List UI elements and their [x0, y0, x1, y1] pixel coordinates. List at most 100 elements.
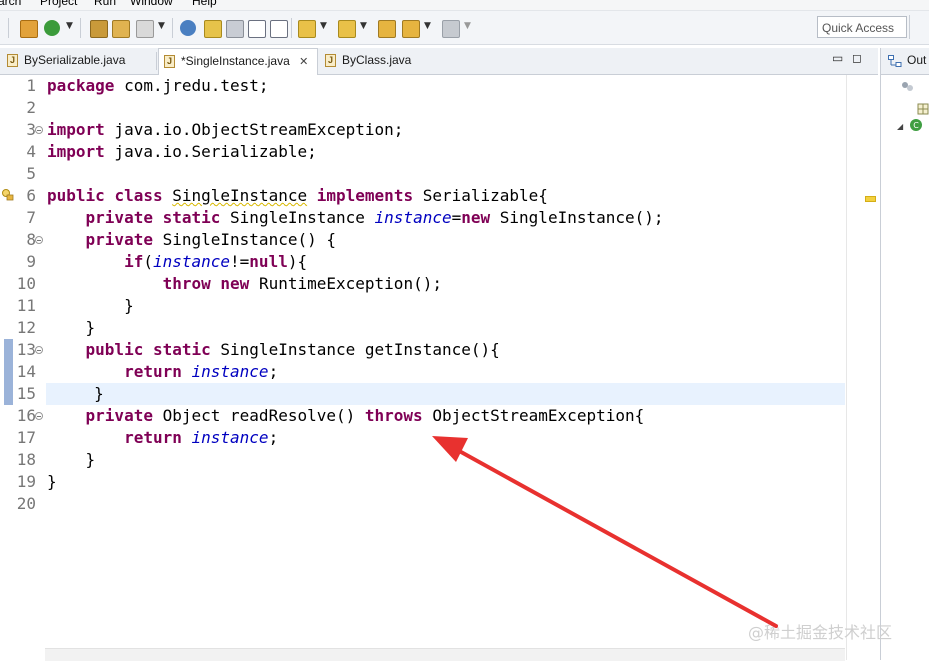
- code-token: instance: [191, 362, 269, 381]
- toolbar-separator: [8, 18, 9, 38]
- warning-marker[interactable]: [865, 196, 876, 202]
- code-line: }: [47, 296, 134, 315]
- menu-project[interactable]: Project: [40, 0, 77, 8]
- code-line: }: [47, 318, 96, 337]
- line-number: 11: [16, 296, 36, 315]
- wand-icon[interactable]: [136, 20, 154, 38]
- toolbar: ▼ ▼ ▼ ▼ ▼ ▼: [0, 11, 929, 45]
- code-line: }: [47, 450, 96, 469]
- tab-byserializable[interactable]: J BySerializable.java: [2, 48, 152, 73]
- search-icon[interactable]: [180, 20, 196, 36]
- run-icon[interactable]: [44, 20, 60, 36]
- coverage-icon[interactable]: [226, 20, 244, 38]
- maximize-icon[interactable]: ◻: [852, 51, 862, 65]
- fold-toggle-icon[interactable]: [35, 412, 43, 420]
- line-number: 10: [16, 274, 36, 293]
- line-number: 13: [16, 340, 36, 359]
- fold-toggle-icon[interactable]: [35, 126, 43, 134]
- line-number: 19: [16, 472, 36, 491]
- line-number: 7: [26, 208, 36, 227]
- menu-bar: arch Project Run Window Help: [0, 0, 929, 11]
- editor-tab-bar: J BySerializable.java J *SingleInstance.…: [0, 48, 878, 75]
- code-token: SingleInstance: [172, 186, 308, 205]
- code-token: instance: [152, 252, 231, 271]
- fold-toggle-icon[interactable]: [35, 346, 43, 354]
- code-token: public: [47, 186, 105, 205]
- line-number: 9: [26, 252, 36, 271]
- menu-window[interactable]: Window: [130, 0, 173, 8]
- minimize-icon[interactable]: ▭: [832, 51, 843, 65]
- imports-icon: [917, 103, 929, 115]
- watermark: @稀土掘金技术社区: [748, 623, 893, 642]
- chevron-down-icon[interactable]: ▼: [66, 21, 73, 31]
- prev-annotation-icon[interactable]: [338, 20, 356, 38]
- overview-ruler[interactable]: [846, 75, 879, 660]
- change-marker: [4, 339, 13, 405]
- package-icon: [902, 82, 913, 91]
- chevron-down-icon[interactable]: ▼: [360, 21, 367, 31]
- tab-label: BySerializable.java: [24, 53, 126, 67]
- chevron-down-icon[interactable]: ▼: [320, 21, 327, 31]
- code-token: return: [124, 362, 182, 381]
- code-line: public static SingleInstance getInstance…: [85, 340, 500, 359]
- code-token: if: [124, 252, 144, 271]
- horizontal-scrollbar[interactable]: [45, 648, 845, 661]
- tab-byclass[interactable]: J ByClass.java: [320, 48, 440, 73]
- code-token: import: [47, 120, 105, 139]
- line-number: 16: [16, 406, 36, 425]
- code-line: private static SingleInstance instance=n…: [85, 208, 664, 227]
- line-number: 4: [26, 142, 36, 161]
- open-type-icon[interactable]: [90, 20, 108, 38]
- code-line: }: [47, 472, 57, 491]
- back-icon[interactable]: [402, 20, 420, 38]
- code-line: private SingleInstance() {: [85, 230, 336, 249]
- open-task-icon[interactable]: [112, 20, 130, 38]
- code-token: package: [47, 76, 115, 95]
- code-token: throws: [364, 406, 423, 425]
- quick-access-input[interactable]: Quick Access: [817, 16, 907, 38]
- tab-singleinstance[interactable]: J *SingleInstance.java ✕: [158, 48, 318, 75]
- code-token: new: [220, 274, 250, 293]
- code-line: private Object readResolve() throws Obje…: [85, 406, 645, 425]
- close-icon[interactable]: ✕: [299, 50, 308, 75]
- warning-icon[interactable]: [2, 189, 14, 201]
- code-token: throw: [162, 274, 211, 293]
- code-editor[interactable]: 1 2 3 4 5 6 7 8 9 10 11 12 13 14 15 16 1…: [0, 75, 879, 661]
- chevron-down-icon[interactable]: ▼: [158, 21, 165, 31]
- code-token: instance: [374, 208, 452, 227]
- outline-tab-label: Out: [907, 53, 927, 67]
- code-token: private: [85, 208, 153, 227]
- tab-label: *SingleInstance.java: [181, 54, 290, 68]
- code-token: implements: [316, 186, 414, 205]
- annotation-ruler: [0, 75, 14, 660]
- show-whitespace-icon[interactable]: [270, 20, 288, 38]
- line-number: 1: [26, 76, 36, 95]
- class-icon: C: [910, 119, 922, 131]
- chevron-down-icon[interactable]: ▼: [424, 21, 431, 31]
- toolbar-separator: [80, 18, 81, 38]
- menu-search[interactable]: arch: [0, 0, 21, 8]
- line-number: 12: [16, 318, 36, 337]
- code-token: new: [461, 208, 491, 227]
- line-number: 18: [16, 450, 36, 469]
- code-line: return instance;: [124, 428, 279, 447]
- code-line: if(instance!=null){: [124, 252, 308, 271]
- svg-text:C: C: [913, 121, 919, 130]
- toggle-mark-icon[interactable]: [248, 20, 266, 38]
- pin-icon[interactable]: [204, 20, 222, 38]
- next-annotation-icon[interactable]: [298, 20, 316, 38]
- line-number: 14: [16, 362, 36, 381]
- forward-icon[interactable]: [442, 20, 460, 38]
- menu-help[interactable]: Help: [192, 0, 217, 8]
- line-number: 17: [16, 428, 36, 447]
- fold-toggle-icon[interactable]: [35, 236, 43, 244]
- menu-run[interactable]: Run: [94, 0, 116, 8]
- outline-tab[interactable]: Out: [881, 48, 929, 75]
- code-line: public class SingleInstance implements S…: [47, 186, 548, 205]
- expand-arrow-icon[interactable]: ◢: [897, 122, 903, 131]
- new-icon[interactable]: [20, 20, 38, 38]
- code-line: import java.io.ObjectStreamException;: [47, 120, 404, 139]
- java-file-icon: J: [325, 54, 336, 67]
- last-edit-icon[interactable]: [378, 20, 396, 38]
- chevron-down-icon[interactable]: ▼: [464, 21, 471, 31]
